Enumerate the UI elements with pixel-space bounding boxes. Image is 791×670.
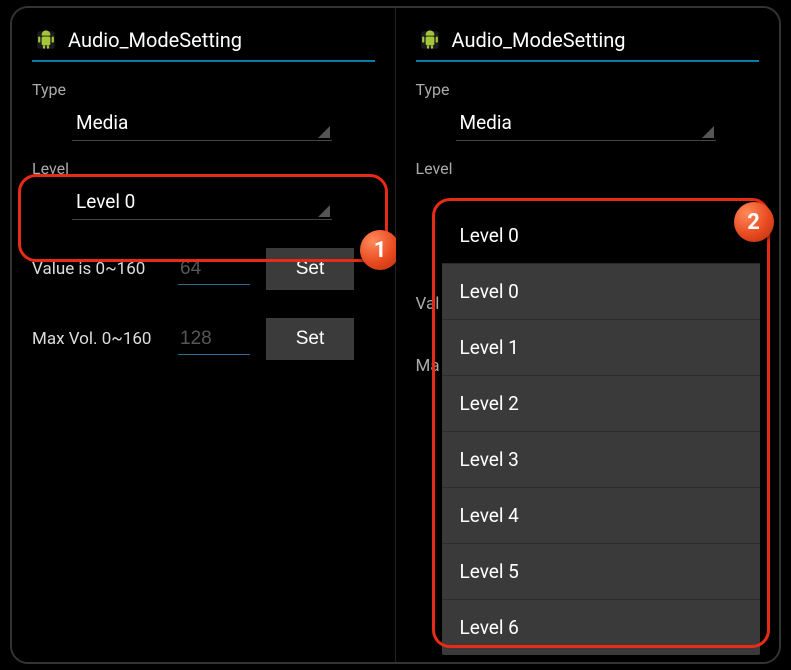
app-header: Audio_ModeSetting xyxy=(32,26,375,54)
value-row-label: Value is 0~160 xyxy=(32,259,162,279)
type-section-label: Type xyxy=(32,80,375,99)
type-spinner-right[interactable]: Media xyxy=(456,103,716,141)
dropdown-item-selected[interactable]: Level 0 xyxy=(442,208,760,264)
value-set-button[interactable]: Set xyxy=(266,248,354,290)
value-row: Value is 0~160 Set xyxy=(32,248,375,290)
maxvol-input[interactable] xyxy=(178,324,250,355)
app-title-right: Audio_ModeSetting xyxy=(452,28,626,52)
dropdown-item[interactable]: Level 0 xyxy=(442,264,760,320)
level-spinner[interactable]: Level 0 xyxy=(72,182,332,220)
android-icon xyxy=(416,26,444,54)
maxvol-set-button[interactable]: Set xyxy=(266,318,354,360)
app-header-right: Audio_ModeSetting xyxy=(416,26,760,54)
maxvol-row-label-partial: Ma xyxy=(416,356,440,376)
app-title: Audio_ModeSetting xyxy=(68,28,242,52)
level-dropdown-panel: Level 0 Level 0 Level 1 Level 2 Level 3 … xyxy=(442,208,760,655)
header-underline-right xyxy=(416,60,760,62)
android-icon xyxy=(32,26,60,54)
dropdown-item[interactable]: Level 5 xyxy=(442,544,760,600)
dropdown-item[interactable]: Level 4 xyxy=(442,488,760,544)
dropdown-item[interactable]: Level 2 xyxy=(442,376,760,432)
level-spinner-value: Level 0 xyxy=(76,190,135,213)
value-input[interactable] xyxy=(178,254,250,285)
dropdown-item[interactable]: Level 6 xyxy=(442,600,760,655)
level-section-label: Level xyxy=(32,159,375,178)
type-spinner[interactable]: Media xyxy=(72,103,332,141)
type-spinner-value: Media xyxy=(76,111,128,134)
dropdown-item[interactable]: Level 1 xyxy=(442,320,760,376)
screen-left: Audio_ModeSetting Type Media Level Level… xyxy=(12,8,396,662)
type-spinner-value-right: Media xyxy=(460,111,512,134)
level-section-label-right: Level xyxy=(416,159,760,178)
value-row-label-partial: Val xyxy=(416,294,440,314)
screen-right: Audio_ModeSetting Type Media Level Val M… xyxy=(396,8,780,662)
maxvol-row: Max Vol. 0~160 Set xyxy=(32,318,375,360)
type-section-label-right: Type xyxy=(416,80,760,99)
outer-frame: Audio_ModeSetting Type Media Level Level… xyxy=(10,6,781,664)
maxvol-row-label: Max Vol. 0~160 xyxy=(32,329,162,349)
header-underline xyxy=(32,60,375,62)
dropdown-item[interactable]: Level 3 xyxy=(442,432,760,488)
